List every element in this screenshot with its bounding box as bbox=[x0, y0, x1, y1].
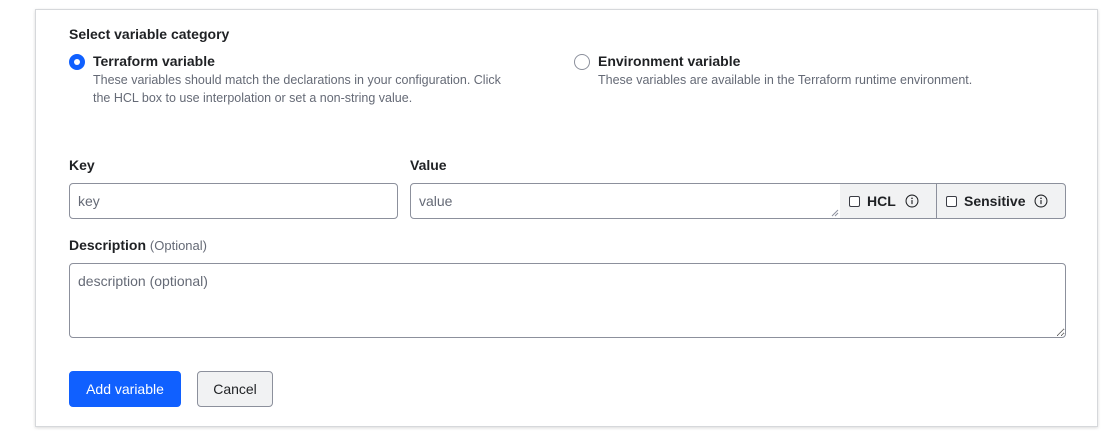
description-optional-text: (Optional) bbox=[149, 238, 207, 253]
value-input[interactable] bbox=[411, 184, 831, 218]
sensitive-label[interactable]: Sensitive bbox=[964, 193, 1025, 209]
value-field[interactable] bbox=[410, 183, 841, 219]
value-label: Value bbox=[410, 157, 447, 173]
description-label-text: Description bbox=[69, 237, 147, 253]
category-title: Select variable category bbox=[69, 26, 230, 42]
info-icon[interactable] bbox=[905, 194, 919, 208]
info-icon[interactable] bbox=[1034, 194, 1048, 208]
hcl-toggle[interactable]: HCL bbox=[840, 183, 937, 219]
environment-variable-label[interactable]: Environment variable bbox=[598, 53, 740, 69]
description-textarea[interactable] bbox=[69, 263, 1066, 338]
terraform-variable-help-line2: the HCL box to use interpolation or set … bbox=[93, 91, 413, 105]
cancel-button[interactable]: Cancel bbox=[197, 371, 273, 407]
terraform-variable-radio[interactable] bbox=[69, 54, 85, 70]
environment-variable-radio[interactable] bbox=[574, 54, 590, 70]
hcl-label[interactable]: HCL bbox=[867, 193, 896, 209]
add-variable-button[interactable]: Add variable bbox=[69, 371, 181, 407]
key-label: Key bbox=[69, 157, 95, 173]
description-label: Description (Optional) bbox=[69, 237, 207, 253]
key-input[interactable] bbox=[69, 183, 398, 219]
terraform-variable-label[interactable]: Terraform variable bbox=[93, 53, 215, 69]
terraform-variable-help-line1: These variables should match the declara… bbox=[93, 73, 501, 87]
sensitive-toggle[interactable]: Sensitive bbox=[936, 183, 1066, 219]
hcl-checkbox[interactable] bbox=[849, 195, 860, 207]
environment-variable-help: These variables are available in the Ter… bbox=[598, 73, 973, 87]
sensitive-checkbox[interactable] bbox=[946, 195, 957, 207]
add-variable-panel: Select variable category Terraform varia… bbox=[35, 9, 1098, 427]
resize-handle-icon[interactable] bbox=[831, 209, 839, 217]
